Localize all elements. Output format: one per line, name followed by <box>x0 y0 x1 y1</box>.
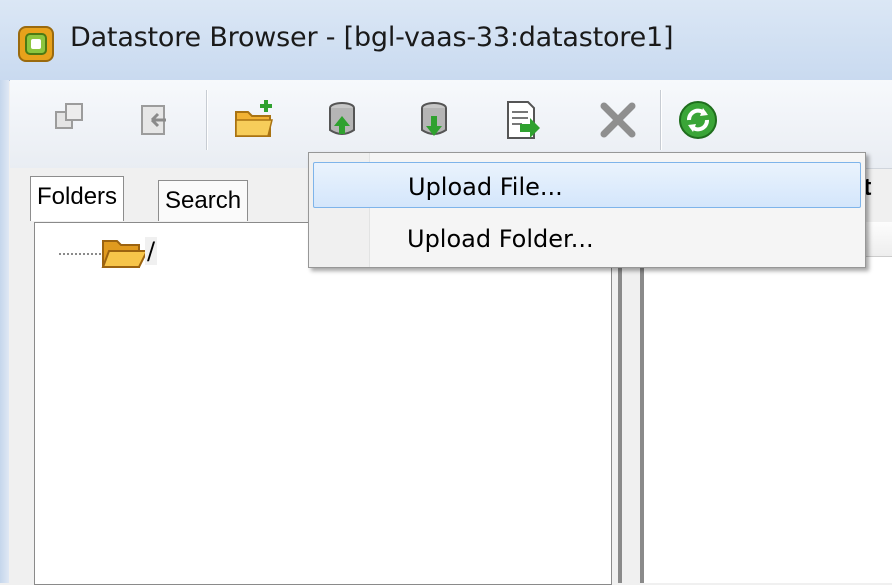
delete-icon[interactable] <box>596 98 640 142</box>
copy-icon[interactable] <box>48 98 92 142</box>
file-list-panel <box>644 222 892 583</box>
panel-splitter[interactable] <box>612 222 640 583</box>
download-datastore-icon[interactable] <box>412 98 456 142</box>
toolbar-separator <box>206 90 207 150</box>
new-folder-icon[interactable] <box>232 98 276 142</box>
menu-item-label: Upload Folder... <box>407 225 594 253</box>
tab-folders[interactable]: Folders <box>30 176 125 221</box>
toolbar-separator <box>660 90 661 150</box>
tree-root-item[interactable]: / <box>145 237 158 265</box>
folder-open-icon <box>101 240 149 268</box>
upload-folder-menu-item[interactable]: Upload Folder... <box>313 215 861 261</box>
back-icon[interactable] <box>134 98 178 142</box>
window-title: Datastore Browser - [bgl-vaas-33:datasto… <box>70 22 674 53</box>
folder-tree: / <box>34 222 612 585</box>
menu-item-label: Upload File... <box>408 173 563 201</box>
title-bar: Datastore Browser - [bgl-vaas-33:datasto… <box>0 0 892 81</box>
vsphere-app-icon <box>18 26 54 62</box>
window-border <box>0 80 9 583</box>
tab-strip: Folders Search <box>10 168 310 223</box>
splitter-edge <box>618 222 622 583</box>
upload-menu: Upload File... Upload Folder... <box>308 152 866 268</box>
register-vm-icon[interactable] <box>500 98 544 142</box>
upload-file-menu-item[interactable]: Upload File... <box>313 162 861 208</box>
tab-search[interactable]: Search <box>158 180 249 221</box>
upload-datastore-icon[interactable] <box>320 98 364 142</box>
refresh-icon[interactable] <box>676 98 720 142</box>
